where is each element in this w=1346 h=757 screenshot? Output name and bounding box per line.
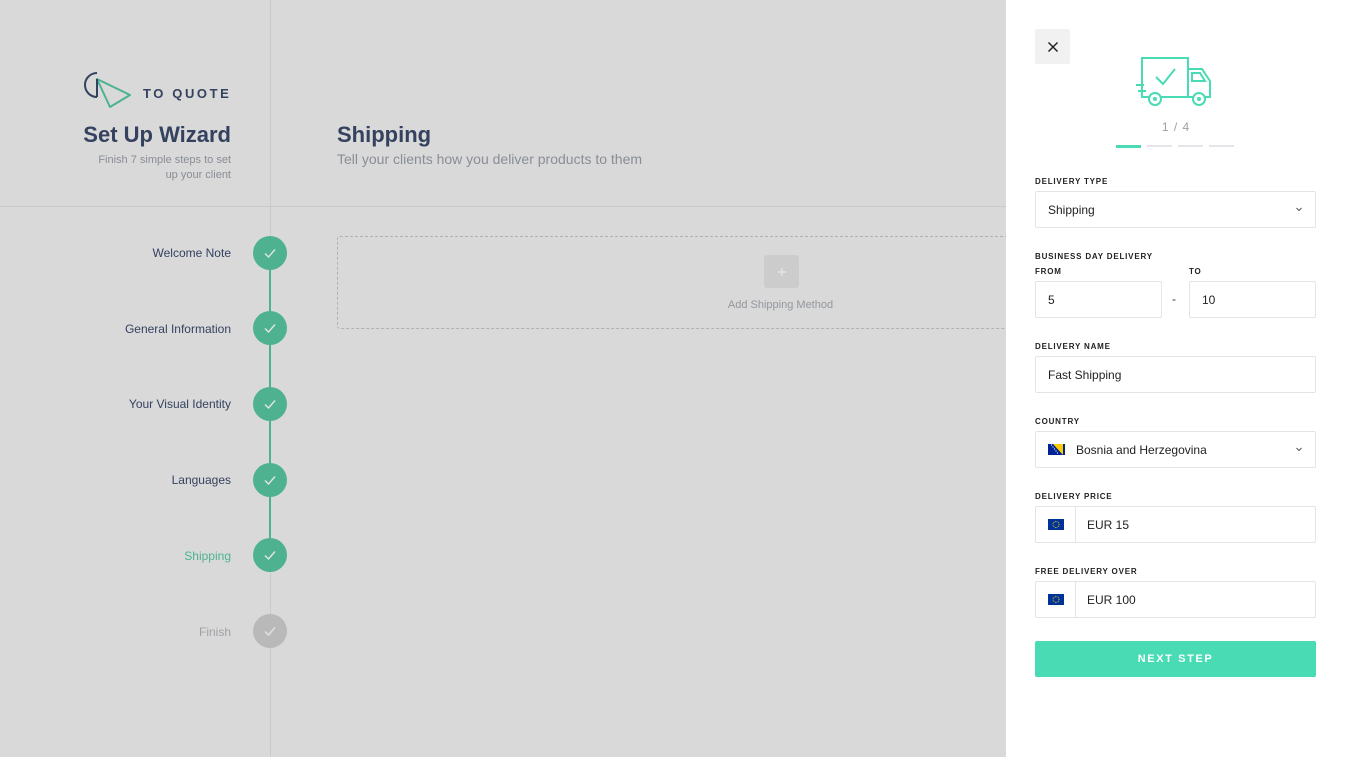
eu-flag-icon	[1047, 594, 1064, 605]
bosnia-flag-icon	[1048, 444, 1065, 455]
delivery-type-value: Shipping	[1048, 202, 1095, 217]
next-step-button[interactable]: NEXT STEP	[1035, 641, 1316, 677]
from-label: FROM	[1035, 267, 1062, 276]
progress-segment-4	[1209, 145, 1234, 147]
progress-segment-3	[1178, 145, 1203, 147]
free-delivery-input[interactable]: EUR 100	[1035, 581, 1316, 618]
delivery-price-value: EUR 15	[1087, 517, 1130, 532]
country-value: Bosnia and Herzegovina	[1076, 442, 1207, 457]
progress-segment-2	[1147, 145, 1172, 147]
to-days-input[interactable]: 10	[1189, 281, 1316, 318]
from-days-input[interactable]: 5	[1035, 281, 1162, 318]
to-label: TO	[1189, 267, 1202, 276]
delivery-type-select[interactable]: Shipping	[1035, 191, 1316, 228]
delivery-type-label: DELIVERY TYPE	[1035, 177, 1109, 186]
delivery-name-label: DELIVERY NAME	[1035, 342, 1111, 351]
step-counter: 1 / 4	[1161, 120, 1191, 134]
country-select[interactable]: Bosnia and Herzegovina	[1035, 431, 1316, 468]
to-days-value: 10	[1202, 292, 1216, 307]
delivery-price-label: DELIVERY PRICE	[1035, 492, 1113, 501]
delivery-price-input[interactable]: EUR 15	[1035, 506, 1316, 543]
currency-selector[interactable]	[1036, 507, 1076, 542]
country-label: COUNTRY	[1035, 417, 1080, 426]
progress-segment-1	[1116, 144, 1141, 148]
delivery-name-input[interactable]: Fast Shipping	[1035, 356, 1316, 393]
eu-flag-icon	[1047, 519, 1064, 530]
close-icon	[1047, 41, 1058, 52]
free-delivery-label: FREE DELIVERY OVER	[1035, 567, 1138, 576]
delivery-truck-icon	[1136, 57, 1211, 106]
business-day-delivery-label: BUSINESS DAY DELIVERY	[1035, 252, 1153, 261]
currency-selector[interactable]	[1036, 582, 1076, 617]
delivery-name-value: Fast Shipping	[1048, 367, 1122, 382]
step-progress	[1116, 144, 1234, 148]
close-button[interactable]	[1035, 29, 1070, 64]
shipping-drawer: 1 / 4 DELIVERY TYPE Shipping BUSINESS DA…	[1006, 0, 1346, 757]
chevron-down-icon	[1296, 447, 1302, 452]
chevron-down-icon	[1296, 207, 1302, 212]
free-delivery-value: EUR 100	[1087, 592, 1136, 607]
from-days-value: 5	[1048, 292, 1055, 307]
range-separator: -	[1172, 292, 1176, 306]
